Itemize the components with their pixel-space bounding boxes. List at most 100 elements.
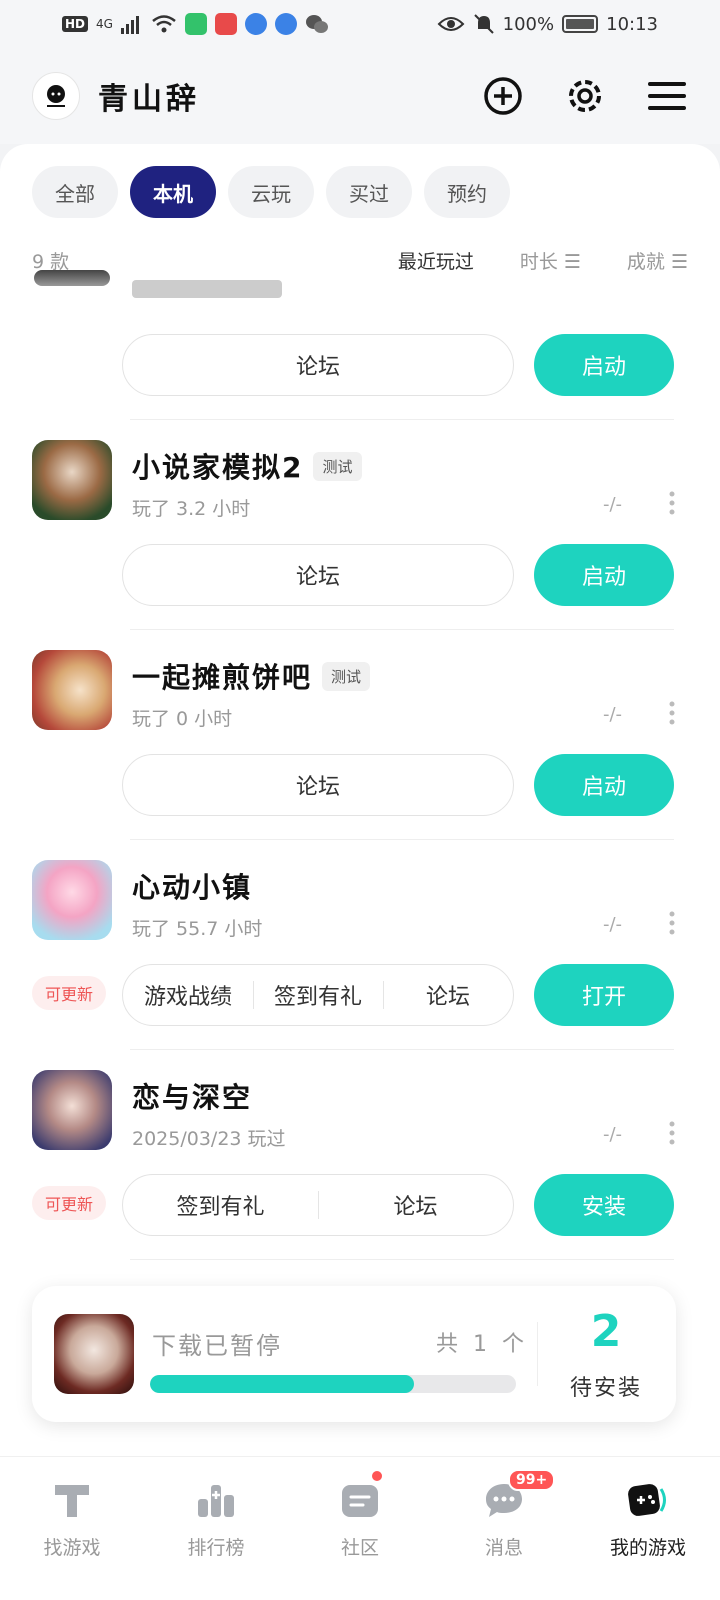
game-title[interactable]: 恋与深空 <box>132 1076 252 1116</box>
rating: -/- <box>603 494 623 515</box>
game-thumbnail[interactable] <box>32 440 112 520</box>
download-status-card[interactable]: 下载已暂停 共 1 个 2 待安装 <box>32 1286 676 1422</box>
nav-messages[interactable]: 99+ 消息 <box>432 1457 576 1600</box>
wifi-icon <box>152 15 176 33</box>
hd-indicator: HD <box>62 16 89 32</box>
add-button[interactable] <box>482 75 524 117</box>
open-button[interactable]: 打开 <box>534 964 674 1026</box>
launch-button[interactable]: 启动 <box>534 544 674 606</box>
clock: 10:13 <box>606 13 658 35</box>
game-thumbnail[interactable] <box>34 270 110 286</box>
more-vertical-icon[interactable] <box>666 1120 678 1146</box>
launch-button[interactable]: 启动 <box>534 754 674 816</box>
forum-button[interactable]: 论坛 <box>123 559 513 591</box>
app-icon-huawei <box>214 13 237 35</box>
gamepad-icon <box>628 1484 666 1516</box>
games-content: 全部 本机 云玩 买过 预约 9 款 最近玩过 时长 ☰ 成就 ☰ 论坛 启动 … <box>0 144 720 1484</box>
game-stats-button[interactable]: 游戏战绩 <box>123 979 253 1011</box>
signal-icon <box>120 16 139 34</box>
game-thumbnail[interactable] <box>32 860 112 940</box>
checkin-reward-button[interactable]: 签到有礼 <box>123 1189 318 1221</box>
game-name: 恋与深空 <box>132 1081 253 1114</box>
network-type: 4G <box>96 17 113 31</box>
last-played: 2025/03/23 玩过 <box>132 1128 286 1150</box>
game-actions: 论坛 <box>122 754 514 816</box>
game-name: 心动小镇 <box>132 871 253 904</box>
launch-button[interactable]: 启动 <box>534 334 674 396</box>
rating: -/- <box>603 704 623 725</box>
status-left: HD 4G <box>62 13 329 35</box>
nav-community[interactable]: 社区 <box>288 1457 432 1600</box>
game-row: 小说家模拟2 测试 玩了 3.2 小时 -/- 论坛 启动 <box>0 420 720 630</box>
community-icon <box>342 1485 378 1517</box>
card-divider <box>537 1322 538 1386</box>
bottom-nav: 找游戏 排行榜 社区 99+ 消息 我的游戏 <box>0 1456 720 1600</box>
pending-install-count[interactable]: 2 <box>566 1306 646 1357</box>
nav-label: 排行榜 <box>187 1537 245 1559</box>
row-divider <box>130 1259 674 1260</box>
more-vertical-icon[interactable] <box>666 490 678 516</box>
download-count: 共 1 个 <box>436 1332 528 1357</box>
pending-install-label[interactable]: 待安装 <box>558 1370 654 1402</box>
app-icon-browser-2 <box>274 13 297 35</box>
game-name: 一起摊煎饼吧 <box>132 661 313 694</box>
ranking-icon <box>198 1485 234 1517</box>
battery-icon <box>562 15 599 33</box>
download-progress-fill <box>150 1375 414 1393</box>
nav-find-games[interactable]: 找游戏 <box>0 1457 144 1600</box>
forum-button[interactable]: 论坛 <box>383 979 513 1011</box>
forum-button[interactable]: 论坛 <box>123 349 513 381</box>
game-actions: 游戏战绩 签到有礼 论坛 <box>122 964 514 1026</box>
play-time: 玩了 0 小时 <box>132 708 233 730</box>
rating: -/- <box>603 1124 623 1145</box>
forum-button[interactable]: 论坛 <box>318 1189 513 1221</box>
avatar[interactable] <box>32 72 80 120</box>
settings-button[interactable] <box>564 75 606 117</box>
app-icon-green <box>184 13 207 35</box>
gear-icon <box>569 80 601 112</box>
test-tag: 测试 <box>322 661 371 691</box>
battery-percent: 100% <box>502 13 555 35</box>
game-title[interactable]: 小说家模拟2 测试 <box>132 446 362 486</box>
download-status: 下载已暂停 <box>152 1332 282 1360</box>
mute-bell-icon <box>473 14 494 34</box>
nav-label: 消息 <box>484 1537 523 1559</box>
nav-label: 社区 <box>340 1537 379 1559</box>
play-time: 玩了 55.7 小时 <box>132 918 263 940</box>
game-actions: 论坛 <box>122 544 514 606</box>
game-actions: 签到有礼 论坛 <box>122 1174 514 1236</box>
game-row: 心动小镇 玩了 55.7 小时 -/- 可更新 游戏战绩 签到有礼 论坛 打开 <box>0 840 720 1050</box>
nav-my-games[interactable]: 我的游戏 <box>576 1457 720 1600</box>
game-row-partial: 论坛 启动 <box>0 210 720 420</box>
username[interactable]: 青山辞 <box>98 74 200 118</box>
test-tag: 测试 <box>313 451 362 481</box>
game-thumbnail[interactable] <box>32 1070 112 1150</box>
game-row: 恋与深空 2025/03/23 玩过 -/- 可更新 签到有礼 论坛 安装 <box>0 1050 720 1260</box>
game-thumbnail[interactable] <box>32 650 112 730</box>
download-progress-bar <box>150 1375 516 1393</box>
profile-header: 青山辞 <box>0 48 720 144</box>
nav-rankings[interactable]: 排行榜 <box>144 1457 288 1600</box>
game-name: 小说家模拟2 <box>132 451 304 484</box>
nav-label: 我的游戏 <box>609 1537 686 1559</box>
wechat-icon <box>305 15 328 33</box>
hamburger-icon <box>648 82 686 110</box>
avatar-doodle-icon <box>47 85 65 107</box>
game-title[interactable]: 心动小镇 <box>132 866 252 906</box>
more-vertical-icon[interactable] <box>666 700 678 726</box>
game-actions: 论坛 <box>122 334 514 396</box>
community-notification-dot <box>370 1469 384 1483</box>
update-available-badge[interactable]: 可更新 <box>32 976 106 1010</box>
play-time: 玩了 3.2 小时 <box>132 498 251 520</box>
header-actions <box>482 75 688 117</box>
menu-button[interactable] <box>646 75 688 117</box>
rating: -/- <box>603 914 623 935</box>
messages-badge: 99+ <box>508 1469 556 1491</box>
game-title[interactable]: 一起摊煎饼吧 测试 <box>132 656 371 696</box>
download-game-thumbnail <box>54 1314 134 1394</box>
more-vertical-icon[interactable] <box>666 910 678 936</box>
checkin-reward-button[interactable]: 签到有礼 <box>253 979 383 1011</box>
install-button[interactable]: 安装 <box>534 1174 674 1236</box>
update-available-badge[interactable]: 可更新 <box>32 1186 106 1220</box>
forum-button[interactable]: 论坛 <box>123 769 513 801</box>
